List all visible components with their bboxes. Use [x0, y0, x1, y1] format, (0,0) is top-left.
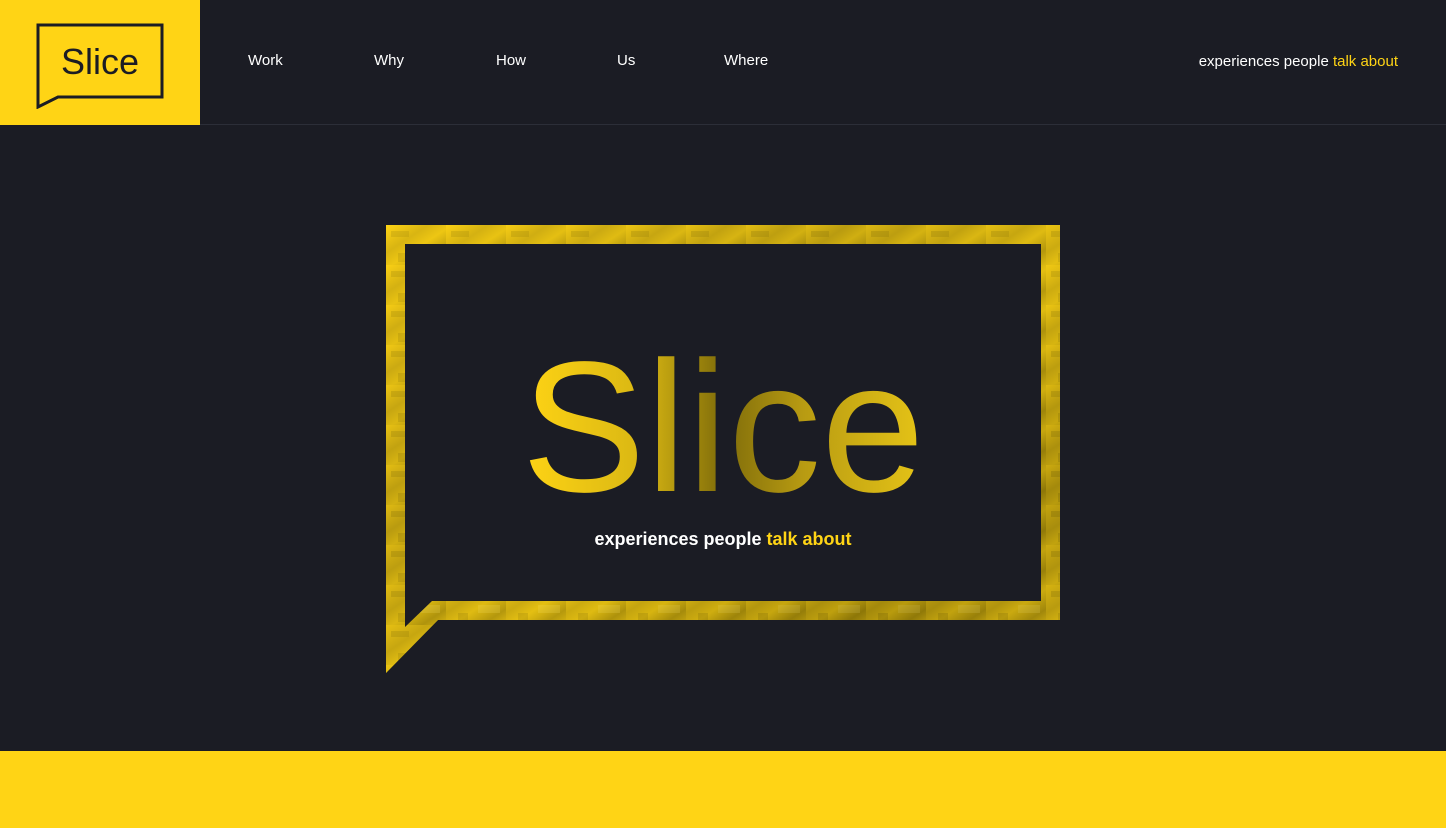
nav-item-where[interactable]: Where	[724, 52, 768, 69]
logo-text: Slice	[61, 41, 139, 82]
slice-logo-icon: Slice	[36, 23, 164, 109]
hero-tagline: experiences people talk about	[386, 529, 1060, 550]
page: Slice Work Why How Us Where experiences …	[0, 0, 1446, 828]
nav-item-us[interactable]: Us	[617, 52, 635, 69]
header-tagline-accent: talk about	[1332, 53, 1398, 70]
nav-item-why[interactable]: Why	[374, 52, 404, 69]
hero-tagline-plain: experiences people	[594, 529, 767, 549]
hero-tagline-accent: talk about	[766, 529, 852, 549]
logo-link[interactable]: Slice	[0, 0, 200, 125]
nav-item-how[interactable]: How	[496, 52, 526, 69]
next-section-band	[0, 751, 1446, 828]
hero-logo-text: Slice	[521, 324, 924, 531]
site-header: Slice Work Why How Us Where experiences …	[0, 0, 1446, 125]
header-tagline-plain: experiences people	[1198, 53, 1333, 70]
hero-speech-bubble: Slice	[386, 225, 1060, 673]
nav-item-work[interactable]: Work	[248, 52, 283, 69]
header-tagline: experiences people talk about	[1199, 53, 1398, 70]
